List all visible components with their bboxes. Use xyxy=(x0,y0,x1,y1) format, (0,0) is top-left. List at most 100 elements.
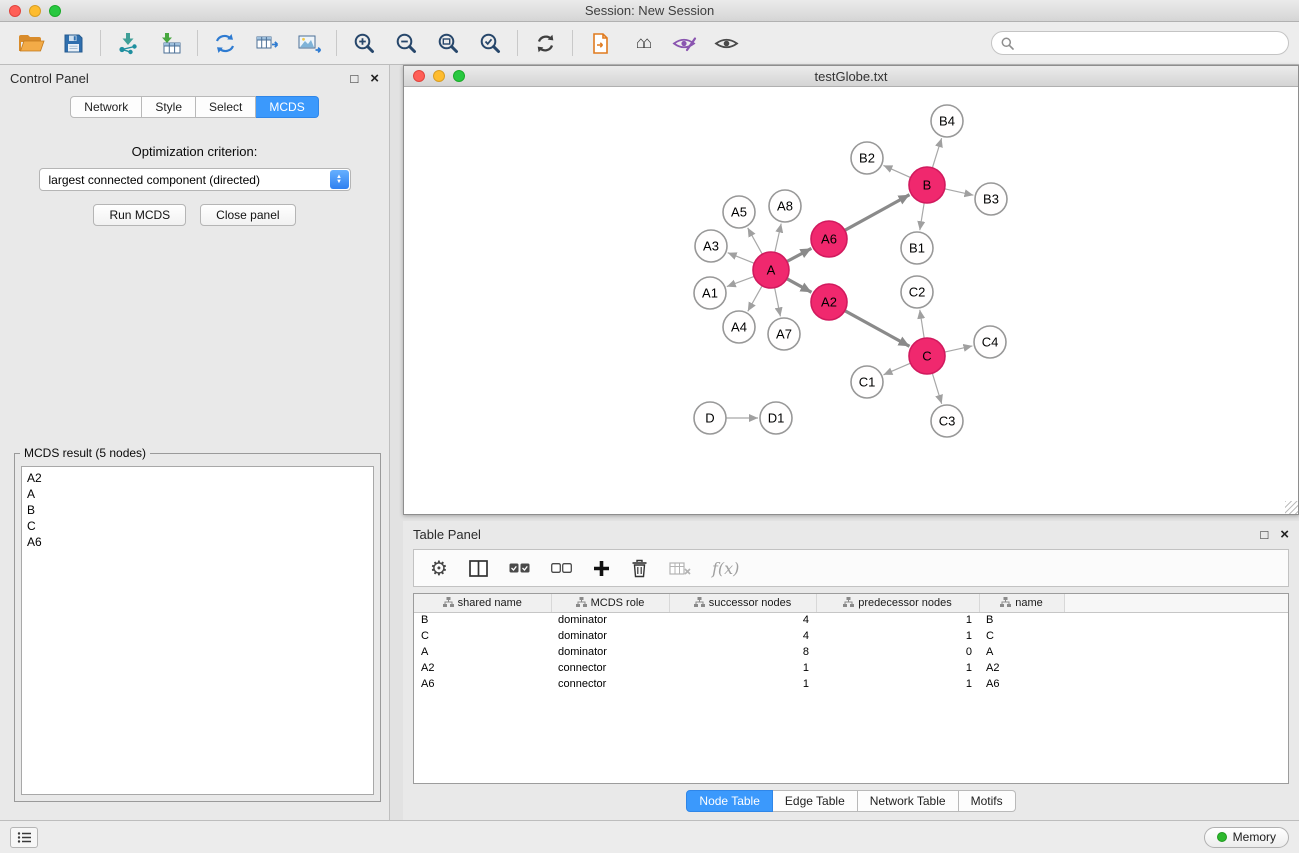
table-row[interactable]: A2connector11A2 xyxy=(414,660,1288,676)
network-graph[interactable]: B4B2BB3A5A8A6B1A3AA1C2A2A4A7C4CC1C3DD1 xyxy=(404,87,1298,514)
show-columns-button[interactable] xyxy=(469,560,488,577)
graph-edge-B-B4[interactable] xyxy=(932,138,941,168)
toolbar-search[interactable] xyxy=(991,31,1289,55)
tab-mcds[interactable]: MCDS xyxy=(256,96,318,118)
close-panel-button[interactable]: Close panel xyxy=(200,204,295,226)
graph-node-A6[interactable]: A6 xyxy=(811,221,847,257)
table-row[interactable]: Adominator80A xyxy=(414,644,1288,660)
column-header-shared-name[interactable]: shared name xyxy=(414,594,551,612)
unselect-all-columns-button[interactable] xyxy=(551,563,572,573)
graph-node-B2[interactable]: B2 xyxy=(851,142,883,174)
zoom-fit-button[interactable] xyxy=(427,25,469,61)
column-header-name[interactable]: name xyxy=(979,594,1064,612)
graph-edge-A6-B[interactable] xyxy=(845,195,910,231)
graph-edge-C-C1[interactable] xyxy=(884,363,911,375)
column-header-predecessor-nodes[interactable]: predecessor nodes xyxy=(816,594,979,612)
graph-node-C2[interactable]: C2 xyxy=(901,276,933,308)
graph-edge-A2-C[interactable] xyxy=(845,311,910,347)
graph-node-B4[interactable]: B4 xyxy=(931,105,963,137)
maximize-window-button[interactable] xyxy=(49,5,61,17)
tab-network-table[interactable]: Network Table xyxy=(858,790,959,812)
graph-node-A7[interactable]: A7 xyxy=(768,318,800,350)
graph-edge-A-A5[interactable] xyxy=(748,228,763,254)
graph-node-A4[interactable]: A4 xyxy=(723,311,755,343)
mcds-result-item[interactable]: A6 xyxy=(27,534,368,550)
float-panel-icon[interactable]: □ xyxy=(350,72,358,85)
graph-edge-A-A3[interactable] xyxy=(728,253,755,264)
graph-node-C1[interactable]: C1 xyxy=(851,366,883,398)
graph-node-C4[interactable]: C4 xyxy=(974,326,1006,358)
tab-motifs[interactable]: Motifs xyxy=(959,790,1016,812)
home-button[interactable]: ⌂⌂ xyxy=(621,25,663,61)
close-table-panel-icon[interactable]: × xyxy=(1280,527,1289,542)
select-all-columns-button[interactable] xyxy=(509,563,530,573)
refresh-button[interactable] xyxy=(524,25,566,61)
optimization-criterion-select[interactable]: largest connected component (directed) ▲… xyxy=(39,168,351,191)
graph-edge-C-C3[interactable] xyxy=(932,373,941,404)
close-window-button[interactable] xyxy=(9,5,21,17)
save-session-button[interactable] xyxy=(52,25,94,61)
create-column-button[interactable] xyxy=(593,560,610,577)
mcds-result-item[interactable]: C xyxy=(27,518,368,534)
mcds-result-item[interactable]: A2 xyxy=(27,470,368,486)
delete-column-button[interactable] xyxy=(631,559,648,578)
function-builder-button[interactable]: f(x) xyxy=(712,559,739,578)
graph-node-A2[interactable]: A2 xyxy=(811,284,847,320)
graph-edge-C-C4[interactable] xyxy=(945,346,973,352)
graph-edge-A-A7[interactable] xyxy=(775,288,781,317)
mcds-result-item[interactable]: B xyxy=(27,502,368,518)
show-hide-button[interactable] xyxy=(705,25,747,61)
table-row[interactable]: Bdominator41B xyxy=(414,612,1288,628)
memory-button[interactable]: Memory xyxy=(1204,827,1289,848)
graph-edge-B-B2[interactable] xyxy=(883,165,910,177)
graph-edge-A-A2[interactable] xyxy=(787,279,812,293)
graph-edge-A-A8[interactable] xyxy=(775,224,781,253)
graph-node-C3[interactable]: C3 xyxy=(931,405,963,437)
table-row[interactable]: Cdominator41C xyxy=(414,628,1288,644)
tab-edge-table[interactable]: Edge Table xyxy=(773,790,858,812)
table-settings-button[interactable]: ⚙ xyxy=(430,558,448,578)
network-canvas[interactable]: B4B2BB3A5A8A6B1A3AA1C2A2A4A7C4CC1C3DD1 xyxy=(404,87,1298,514)
tab-select[interactable]: Select xyxy=(196,96,256,118)
graph-edge-B-B1[interactable] xyxy=(920,203,924,230)
export-network-button[interactable] xyxy=(204,25,246,61)
close-network-button[interactable] xyxy=(413,70,425,82)
maximize-network-button[interactable] xyxy=(453,70,465,82)
minimize-network-button[interactable] xyxy=(433,70,445,82)
graph-node-A8[interactable]: A8 xyxy=(769,190,801,222)
mcds-result-item[interactable]: A xyxy=(27,486,368,502)
graph-node-D[interactable]: D xyxy=(694,402,726,434)
import-table-button[interactable] xyxy=(149,25,191,61)
mcds-result-list[interactable]: A2ABCA6 xyxy=(21,466,374,795)
graph-node-C[interactable]: C xyxy=(909,338,945,374)
graph-node-B3[interactable]: B3 xyxy=(975,183,1007,215)
table-row[interactable]: A6connector11A6 xyxy=(414,676,1288,692)
graph-node-A[interactable]: A xyxy=(753,252,789,288)
graph-node-A1[interactable]: A1 xyxy=(694,277,726,309)
resize-grip[interactable] xyxy=(1285,501,1298,514)
zoom-in-button[interactable] xyxy=(343,25,385,61)
graph-edge-C-C2[interactable] xyxy=(920,310,924,338)
graph-node-A5[interactable]: A5 xyxy=(723,196,755,228)
export-table-button[interactable] xyxy=(246,25,288,61)
close-panel-icon[interactable]: × xyxy=(370,71,379,86)
graph-edge-A-A6[interactable] xyxy=(787,248,812,261)
tab-node-table[interactable]: Node Table xyxy=(686,790,773,812)
minimize-window-button[interactable] xyxy=(29,5,41,17)
zoom-out-button[interactable] xyxy=(385,25,427,61)
delete-table-button[interactable] xyxy=(669,561,691,576)
graph-edge-A-A4[interactable] xyxy=(748,286,762,312)
export-image-button[interactable] xyxy=(288,25,330,61)
column-header-successor-nodes[interactable]: successor nodes xyxy=(669,594,816,612)
graph-node-B[interactable]: B xyxy=(909,167,945,203)
graph-node-B1[interactable]: B1 xyxy=(901,232,933,264)
tab-style[interactable]: Style xyxy=(142,96,196,118)
style-preview-button[interactable] xyxy=(663,25,705,61)
import-network-button[interactable] xyxy=(107,25,149,61)
open-session-button[interactable] xyxy=(10,25,52,61)
graph-node-D1[interactable]: D1 xyxy=(760,402,792,434)
open-document-button[interactable] xyxy=(579,25,621,61)
task-history-button[interactable] xyxy=(10,827,38,848)
graph-edge-B-B3[interactable] xyxy=(945,189,974,195)
column-header-MCDS-role[interactable]: MCDS role xyxy=(551,594,669,612)
